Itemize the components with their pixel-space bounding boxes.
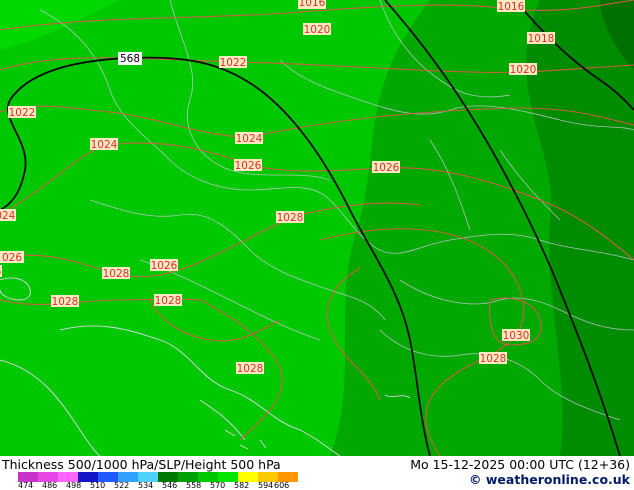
pressure-label: 026 [0, 251, 24, 264]
svg-text:1030: 1030 [503, 330, 530, 342]
svg-text:1016: 1016 [498, 1, 525, 13]
svg-text:1028: 1028 [480, 353, 507, 365]
map-canvas: 568 1016 1016 1018 1020 1020 1022 1022 1… [0, 0, 634, 456]
pressure-label: 1028 [51, 295, 79, 308]
map-footer: Thickness 500/1000 hPa/SLP/Height 500 hP… [0, 456, 634, 490]
pressure-label: 1016 [497, 0, 525, 13]
pressure-label: 1026 [0, 265, 2, 278]
svg-text:1020: 1020 [510, 64, 537, 76]
svg-text:1028: 1028 [155, 295, 182, 307]
legend-tick-label: 558 [186, 481, 202, 490]
pressure-label: 1028 [479, 352, 507, 365]
pressure-label: 1028 [236, 362, 264, 375]
svg-text:1026: 1026 [373, 162, 400, 174]
svg-text:568: 568 [120, 53, 140, 65]
pressure-label: 1018 [527, 32, 555, 45]
legend-tick-label: 510 [90, 481, 106, 490]
svg-text:1018: 1018 [528, 33, 555, 45]
svg-text:1024: 1024 [0, 210, 16, 222]
legend-tick-label: 534 [138, 481, 154, 490]
svg-text:1020: 1020 [304, 24, 331, 36]
pressure-label: 1028 [154, 294, 182, 307]
legend-tick-label: 474 [18, 481, 34, 490]
pressure-label: 1028 [276, 211, 304, 224]
legend-tick-label: 522 [114, 481, 130, 490]
pressure-label: 1020 [303, 23, 331, 36]
forecast-time: Mo 15-12-2025 00:00 UTC (12+36) [410, 457, 630, 472]
pressure-label: 1024 [0, 209, 16, 222]
svg-text:1028: 1028 [277, 212, 304, 224]
svg-text:1024: 1024 [236, 133, 263, 145]
legend-tick-label: 594 [258, 481, 274, 490]
thickness-label: 568 [118, 52, 142, 65]
svg-text:1022: 1022 [9, 107, 36, 119]
pressure-label: 1028 [102, 267, 130, 280]
svg-text:1024: 1024 [91, 139, 118, 151]
color-legend [18, 472, 298, 482]
legend-tick-label: 570 [210, 481, 226, 490]
pressure-label: 1022 [8, 106, 36, 119]
weather-map: 568 1016 1016 1018 1020 1020 1022 1022 1… [0, 0, 634, 456]
legend-tick-label: 546 [162, 481, 178, 490]
color-legend-ticks: 474 486 498 510 522 534 546 558 570 582 594 606 [18, 482, 318, 490]
svg-text:1028: 1028 [52, 296, 79, 308]
legend-tick-label: 498 [66, 481, 82, 490]
credit-link[interactable]: © weatheronline.co.uk [469, 472, 630, 487]
pressure-label: 1026 [234, 159, 262, 172]
pressure-label: 1024 [90, 138, 118, 151]
legend-tick-label: 486 [42, 481, 58, 490]
legend-tick-label: 582 [234, 481, 250, 490]
pressure-label: 1016 [298, 0, 326, 9]
svg-text:1026: 1026 [235, 160, 262, 172]
pressure-label: 1030 [502, 329, 530, 342]
pressure-label: 1024 [235, 132, 263, 145]
pressure-label: 1026 [372, 161, 400, 174]
pressure-label: 1022 [219, 56, 247, 69]
svg-text:1028: 1028 [237, 363, 264, 375]
svg-text:1028: 1028 [103, 268, 130, 280]
svg-text:026: 026 [2, 252, 22, 264]
svg-text:1016: 1016 [299, 0, 326, 9]
svg-text:1026: 1026 [151, 260, 178, 272]
pressure-label: 1020 [509, 63, 537, 76]
svg-text:1022: 1022 [220, 57, 247, 69]
map-title: Thickness 500/1000 hPa/SLP/Height 500 hP… [2, 457, 281, 472]
pressure-label: 1026 [150, 259, 178, 272]
legend-tick-label: 606 [274, 481, 290, 490]
